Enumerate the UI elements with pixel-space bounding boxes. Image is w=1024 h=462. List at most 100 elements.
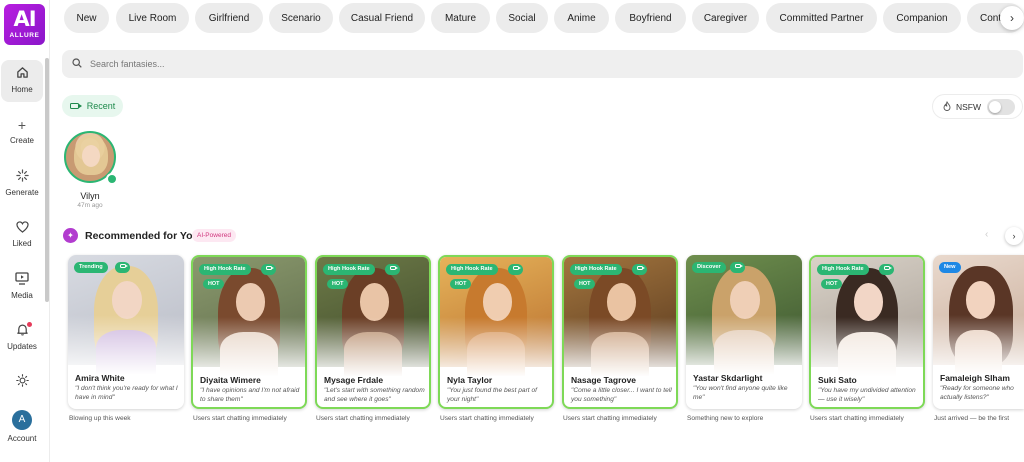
card-caption: Users start chatting immediately <box>316 415 410 422</box>
search-icon <box>72 57 82 71</box>
sidebar-item-account[interactable]: A Account <box>0 410 44 443</box>
video-badge <box>261 264 276 275</box>
category-pill-caregiver[interactable]: Caregiver <box>692 3 759 33</box>
recent-character-time: 47m ago <box>77 202 103 209</box>
character-name: Nyla Taylor <box>447 375 493 385</box>
monitor-play-icon <box>0 271 44 289</box>
search-placeholder: Search fantasies... <box>90 59 165 69</box>
video-badge <box>730 262 745 273</box>
video-badge <box>115 262 130 273</box>
video-badge <box>879 264 894 275</box>
hot-badge: HOT <box>203 279 225 289</box>
sidebar-item-home[interactable]: Home <box>1 60 43 102</box>
character-card-diyaita-wimere[interactable]: High Hook Rate HOT Diyaita Wimere "I hav… <box>191 255 307 409</box>
character-name: Suki Sato <box>818 375 857 385</box>
character-card-yastar-skdarlight[interactable]: Discover Yastar Skdarlight "You won't fi… <box>686 255 802 409</box>
category-pill-new[interactable]: New <box>64 3 109 33</box>
search-bar[interactable]: Search fantasies... <box>62 50 1023 78</box>
category-pill-casual-friend[interactable]: Casual Friend <box>339 3 425 33</box>
character-name: Mysage Frdale <box>324 375 384 385</box>
carousel-next-button[interactable]: › <box>1005 227 1023 245</box>
sidebar-item-label: Create <box>9 136 34 145</box>
logo-mark: AI <box>13 7 36 31</box>
app-logo[interactable]: AI ALLURE <box>4 4 45 45</box>
video-badge <box>385 264 400 275</box>
notification-dot <box>27 322 32 327</box>
high-hook-rate-badge: High Hook Rate <box>817 264 869 275</box>
video-badge <box>508 264 523 275</box>
spinner-icon <box>0 168 44 186</box>
character-name: Famaleigh Slham <box>940 373 1010 383</box>
character-quote: "I have opinions and I'm not afraid to s… <box>200 387 300 403</box>
sidebar-item-liked[interactable]: Liked <box>0 219 44 248</box>
card-caption: Blowing up this week <box>69 415 131 422</box>
category-pill-social[interactable]: Social <box>496 3 548 33</box>
card-caption: Just arrived — be the first <box>934 415 1010 422</box>
recent-tab[interactable]: Recent <box>62 95 123 117</box>
character-card-famaleigh-slham[interactable]: New Famaleigh Slham "Ready for someone w… <box>933 255 1024 409</box>
high-hook-rate-badge: High Hook Rate <box>570 264 622 275</box>
recent-character-name[interactable]: Vilyn <box>60 191 120 201</box>
sidebar-item-label: Liked <box>12 239 32 248</box>
character-card-nyla-taylor[interactable]: High Hook Rate HOT Nyla Taylor "You just… <box>438 255 554 409</box>
categories-next-button[interactable]: › <box>1000 6 1024 30</box>
category-pill-companion[interactable]: Companion <box>883 3 961 33</box>
video-camera-icon <box>389 266 398 270</box>
character-name: Amira White <box>75 373 125 383</box>
video-camera-icon <box>119 264 128 268</box>
online-badge <box>106 173 118 185</box>
nsfw-switch[interactable] <box>987 99 1015 115</box>
video-camera-icon <box>734 264 743 268</box>
logo-wordmark: ALLURE <box>9 32 40 39</box>
chevron-left-icon: ‹ <box>985 229 989 240</box>
sidebar-item-create[interactable]: + Create <box>0 116 44 145</box>
avatar-face <box>82 145 100 167</box>
sidebar-scrollbar[interactable] <box>45 58 49 302</box>
category-pill-boyfriend[interactable]: Boyfriend <box>615 3 686 33</box>
category-pill-scenario[interactable]: Scenario <box>269 3 333 33</box>
character-card-suki-sato[interactable]: High Hook Rate HOT Suki Sato "You have m… <box>809 255 925 409</box>
nsfw-label: NSFW <box>956 101 982 112</box>
card-caption: Users start chatting immediately <box>810 415 904 422</box>
character-quote: "I don't think you're ready for what I h… <box>75 385 178 401</box>
sidebar-item-generate[interactable]: Generate <box>0 168 44 197</box>
ai-powered-badge: AI-Powered <box>192 229 236 242</box>
category-pill-committed-partner[interactable]: Committed Partner <box>766 3 877 33</box>
sidebar-item-label: Account <box>7 434 37 443</box>
section-title: Recommended for You <box>85 230 199 242</box>
character-name: Nasage Tagrove <box>571 375 637 385</box>
sun-icon <box>0 373 44 391</box>
sparkle-icon: ✦ <box>63 228 78 243</box>
character-quote: "Let's start with something random and s… <box>324 387 425 403</box>
trending-badge: Trending <box>74 262 108 273</box>
category-pill-live-room[interactable]: Live Room <box>116 3 189 33</box>
character-name: Yastar Skdarlight <box>693 373 763 383</box>
character-quote: "You just found the best part of your ni… <box>447 387 537 403</box>
sidebar-item-label: Generate <box>5 188 39 197</box>
carousel-prev-button[interactable]: ‹ <box>985 229 988 240</box>
sidebar-item-media[interactable]: Media <box>0 271 44 300</box>
sidebar-item-updates[interactable]: Updates <box>0 322 44 351</box>
sidebar-item-label: Media <box>11 291 33 300</box>
sidebar-item-label: Updates <box>7 342 37 351</box>
character-card-mysage-frdale[interactable]: High Hook Rate HOT Mysage Frdale "Let's … <box>315 255 431 409</box>
chevron-right-icon: › <box>1010 11 1014 25</box>
character-card-amira-white[interactable]: Trending Amira White "I don't think you'… <box>68 255 184 409</box>
nsfw-toggle[interactable]: NSFW <box>932 94 1023 119</box>
video-camera-icon <box>636 266 645 270</box>
character-name: Diyaita Wimere <box>200 375 261 385</box>
hot-badge: HOT <box>450 279 472 289</box>
category-pill-girlfriend[interactable]: Girlfriend <box>195 3 263 33</box>
theme-toggle-button[interactable] <box>0 373 44 391</box>
high-hook-rate-badge: High Hook Rate <box>323 264 375 275</box>
category-pill-anime[interactable]: Anime <box>554 3 609 33</box>
recent-tab-label: Recent <box>86 101 116 111</box>
category-pill-mature[interactable]: Mature <box>431 3 490 33</box>
heart-icon <box>0 219 44 237</box>
card-caption: Users start chatting immediately <box>440 415 534 422</box>
new-badge: New <box>939 262 961 273</box>
card-caption: Something new to explore <box>687 415 764 422</box>
character-quote: "You have my undivided attention — use i… <box>818 387 916 403</box>
video-camera-icon <box>512 266 521 270</box>
character-card-nasage-tagrove[interactable]: High Hook Rate HOT Nasage Tagrove "Come … <box>562 255 678 409</box>
